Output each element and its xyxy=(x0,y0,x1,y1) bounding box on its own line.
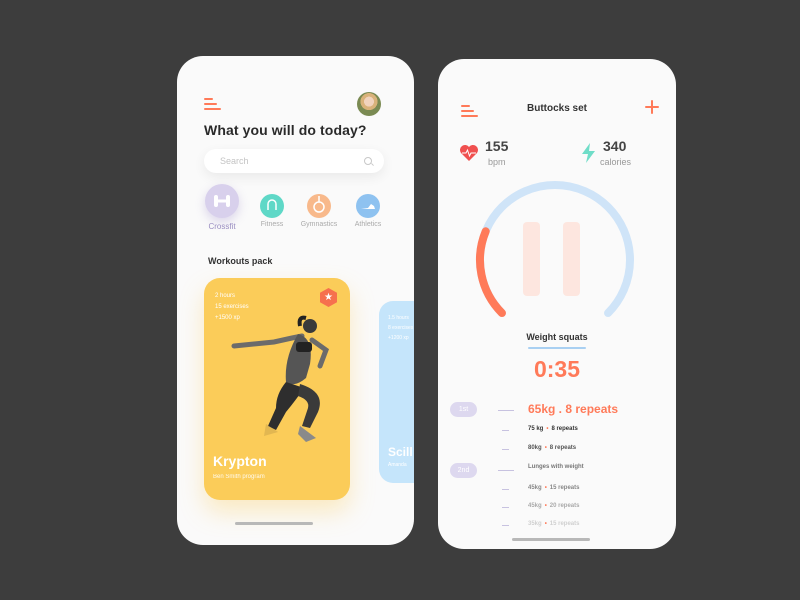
ring-icon xyxy=(307,194,331,218)
separator-dot: • xyxy=(544,445,547,451)
divider xyxy=(502,507,509,508)
page-title: Buttocks set xyxy=(526,103,587,114)
category-label: Fitness xyxy=(260,221,284,228)
category-label: Crossfit xyxy=(208,222,236,231)
row-weight: 75 kg xyxy=(528,426,544,432)
card-subtitle: Ben Smith program xyxy=(213,474,265,480)
ring-progress xyxy=(476,227,506,318)
search-input[interactable] xyxy=(220,149,350,173)
divider xyxy=(502,525,509,526)
category-fitness[interactable]: Fitness xyxy=(257,194,287,228)
divider xyxy=(502,449,509,450)
separator-dot: • xyxy=(544,503,547,509)
category-crossfit[interactable]: Crossfit xyxy=(204,184,240,231)
page-title: What you will do today? xyxy=(204,122,367,138)
card-title: Krypton xyxy=(213,453,267,469)
workout-screen: Buttocks set 155 bpm 340 calories Weight… xyxy=(438,59,676,549)
card-exercises: 8 exercises xyxy=(388,325,414,331)
heart-rate-value: 155 xyxy=(485,138,509,154)
category-athletics[interactable]: Athletics xyxy=(352,194,384,228)
card-xp: +1200 xp xyxy=(388,335,409,341)
divider xyxy=(502,430,509,431)
set-badge[interactable]: 1st xyxy=(450,402,477,417)
exercise-underline xyxy=(528,347,586,349)
hamburger-menu-icon[interactable] xyxy=(204,98,222,110)
sneaker-icon xyxy=(356,194,380,218)
set-headline: Lunges with weight xyxy=(528,464,584,470)
home-indicator[interactable] xyxy=(235,522,313,525)
star-badge-icon: ★ xyxy=(320,288,337,307)
row-weight: 45kg xyxy=(528,485,542,491)
divider xyxy=(498,470,514,471)
card-duration: 1.5 hours xyxy=(388,315,409,321)
separator-dot: • xyxy=(544,521,547,527)
section-title: Workouts pack xyxy=(208,256,273,266)
search-field[interactable] xyxy=(204,149,384,173)
calories-value: 340 xyxy=(603,138,627,154)
workout-card-krypton[interactable]: 2 hours 15 exercises +1500 xp ★ Krypton … xyxy=(204,278,350,500)
set-badge[interactable]: 2nd xyxy=(450,463,477,478)
row-reps: 20 repeats xyxy=(549,503,580,509)
divider xyxy=(498,410,514,411)
category-label: Gymnastics xyxy=(300,221,338,228)
separator-dot: • xyxy=(546,426,549,432)
divider xyxy=(502,489,509,490)
set-row: 45kg • 15 repeats xyxy=(528,485,579,491)
separator-dot: • xyxy=(544,485,547,491)
calories-unit: calories xyxy=(600,157,632,167)
home-screen: What you will do today? Crossfit Fitness… xyxy=(177,56,414,545)
heart-rate-unit: bpm xyxy=(488,157,506,167)
set-row: 45kg • 20 repeats xyxy=(528,503,579,509)
set-headline: 65kg . 8 repeats xyxy=(528,402,619,416)
ring-track xyxy=(476,181,634,318)
category-label: Athletics xyxy=(354,221,382,228)
add-button[interactable] xyxy=(644,99,660,115)
workout-card-scill[interactable]: 1.5 hours 8 exercises +1200 xp Scill Ama… xyxy=(379,301,414,483)
card-subtitle: Amanda xyxy=(388,462,407,468)
pause-icon-left-bar[interactable] xyxy=(523,222,540,296)
search-icon[interactable] xyxy=(364,157,372,165)
row-weight: 45kg xyxy=(528,503,542,509)
row-weight: 80kg xyxy=(528,445,542,451)
row-reps: 8 repeats xyxy=(549,445,577,451)
timer-display: 0:35 xyxy=(533,356,581,382)
row-weight: 35kg xyxy=(528,521,542,527)
row-reps: 15 repeats xyxy=(549,521,580,527)
heart-rate-icon xyxy=(460,145,478,161)
set-row: 35kg • 15 repeats xyxy=(528,521,579,527)
card-meta: 1.5 hours 8 exercises +1200 xp xyxy=(388,313,413,343)
jump-rope-icon xyxy=(260,194,284,218)
dumbbell-icon xyxy=(205,184,239,218)
exercise-name: Weight squats xyxy=(526,332,588,342)
set-row: 80kg • 8 repeats xyxy=(528,445,576,451)
set-row: 75 kg • 8 repeats xyxy=(528,426,578,432)
category-gymnastics[interactable]: Gymnastics xyxy=(294,194,344,228)
pause-icon-right-bar[interactable] xyxy=(563,222,580,296)
lightning-bolt-icon xyxy=(582,143,595,163)
row-reps: 15 repeats xyxy=(549,485,580,491)
card-duration: 2 hours xyxy=(215,293,236,299)
card-title: Scill xyxy=(388,445,413,459)
timer-progress-ring xyxy=(476,181,634,318)
user-avatar[interactable] xyxy=(357,92,381,116)
home-indicator[interactable] xyxy=(512,538,590,541)
row-reps: 8 repeats xyxy=(551,426,578,432)
athlete-image xyxy=(231,315,330,442)
